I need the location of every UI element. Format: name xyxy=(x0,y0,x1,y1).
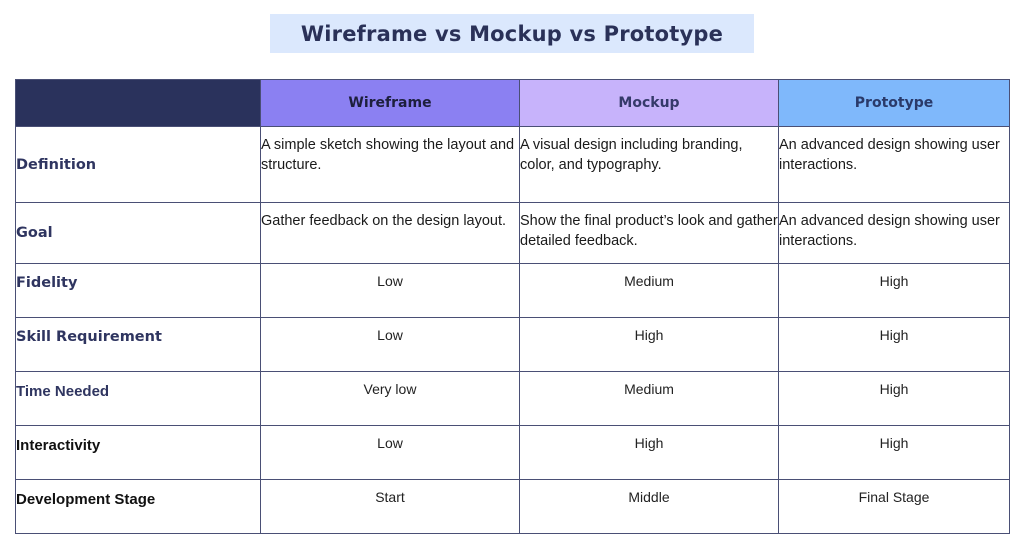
cell-prototype: An advanced design showing user interact… xyxy=(778,126,1010,203)
row-label: Development Stage xyxy=(15,479,261,534)
row-label: Definition xyxy=(15,126,261,203)
table-row-fidelity: Fidelity Low Medium High xyxy=(15,263,1010,318)
cell-wireframe: Low xyxy=(260,317,520,372)
row-label: Time Needed xyxy=(15,371,261,426)
column-header-mockup: Mockup xyxy=(519,79,779,127)
table-row-skill-requirement: Skill Requirement Low High High xyxy=(15,317,1010,372)
header-row: Wireframe Mockup Prototype xyxy=(15,79,1010,127)
table-row-development-stage: Development Stage Start Middle Final Sta… xyxy=(15,479,1010,534)
table-row-interactivity: Interactivity Low High High xyxy=(15,425,1010,480)
cell-wireframe: Start xyxy=(260,479,520,534)
row-label: Fidelity xyxy=(15,263,261,318)
cell-mockup: High xyxy=(519,425,779,480)
column-header-wireframe: Wireframe xyxy=(260,79,520,127)
title-banner: Wireframe vs Mockup vs Prototype xyxy=(270,14,754,53)
cell-prototype: High xyxy=(778,425,1010,480)
cell-prototype: High xyxy=(778,263,1010,318)
cell-mockup: Show the final product’s look and gather… xyxy=(519,202,779,264)
cell-prototype: An advanced design showing user interact… xyxy=(778,202,1010,264)
cell-mockup: Middle xyxy=(519,479,779,534)
cell-wireframe: Low xyxy=(260,425,520,480)
cell-prototype: High xyxy=(778,317,1010,372)
row-label: Skill Requirement xyxy=(15,317,261,372)
page-title: Wireframe vs Mockup vs Prototype xyxy=(300,21,724,46)
cell-prototype: High xyxy=(778,371,1010,426)
cell-mockup: A visual design including branding, colo… xyxy=(519,126,779,203)
cell-prototype: Final Stage xyxy=(778,479,1010,534)
cell-wireframe: Gather feedback on the design layout. xyxy=(260,202,520,264)
cell-mockup: High xyxy=(519,317,779,372)
cell-mockup: Medium xyxy=(519,371,779,426)
comparison-table: Wireframe Mockup Prototype Definition A … xyxy=(15,79,1010,534)
row-label: Goal xyxy=(15,202,261,264)
row-label: Interactivity xyxy=(15,425,261,480)
cell-wireframe: Low xyxy=(260,263,520,318)
cell-wireframe: Very low xyxy=(260,371,520,426)
cell-wireframe: A simple sketch showing the layout and s… xyxy=(260,126,520,203)
table-row-goal: Goal Gather feedback on the design layou… xyxy=(15,202,1010,264)
table-row-definition: Definition A simple sketch showing the l… xyxy=(15,126,1010,203)
column-header-prototype: Prototype xyxy=(778,79,1010,127)
table-row-time-needed: Time Needed Very low Medium High xyxy=(15,371,1010,426)
cell-mockup: Medium xyxy=(519,263,779,318)
corner-header-cell xyxy=(15,79,261,127)
